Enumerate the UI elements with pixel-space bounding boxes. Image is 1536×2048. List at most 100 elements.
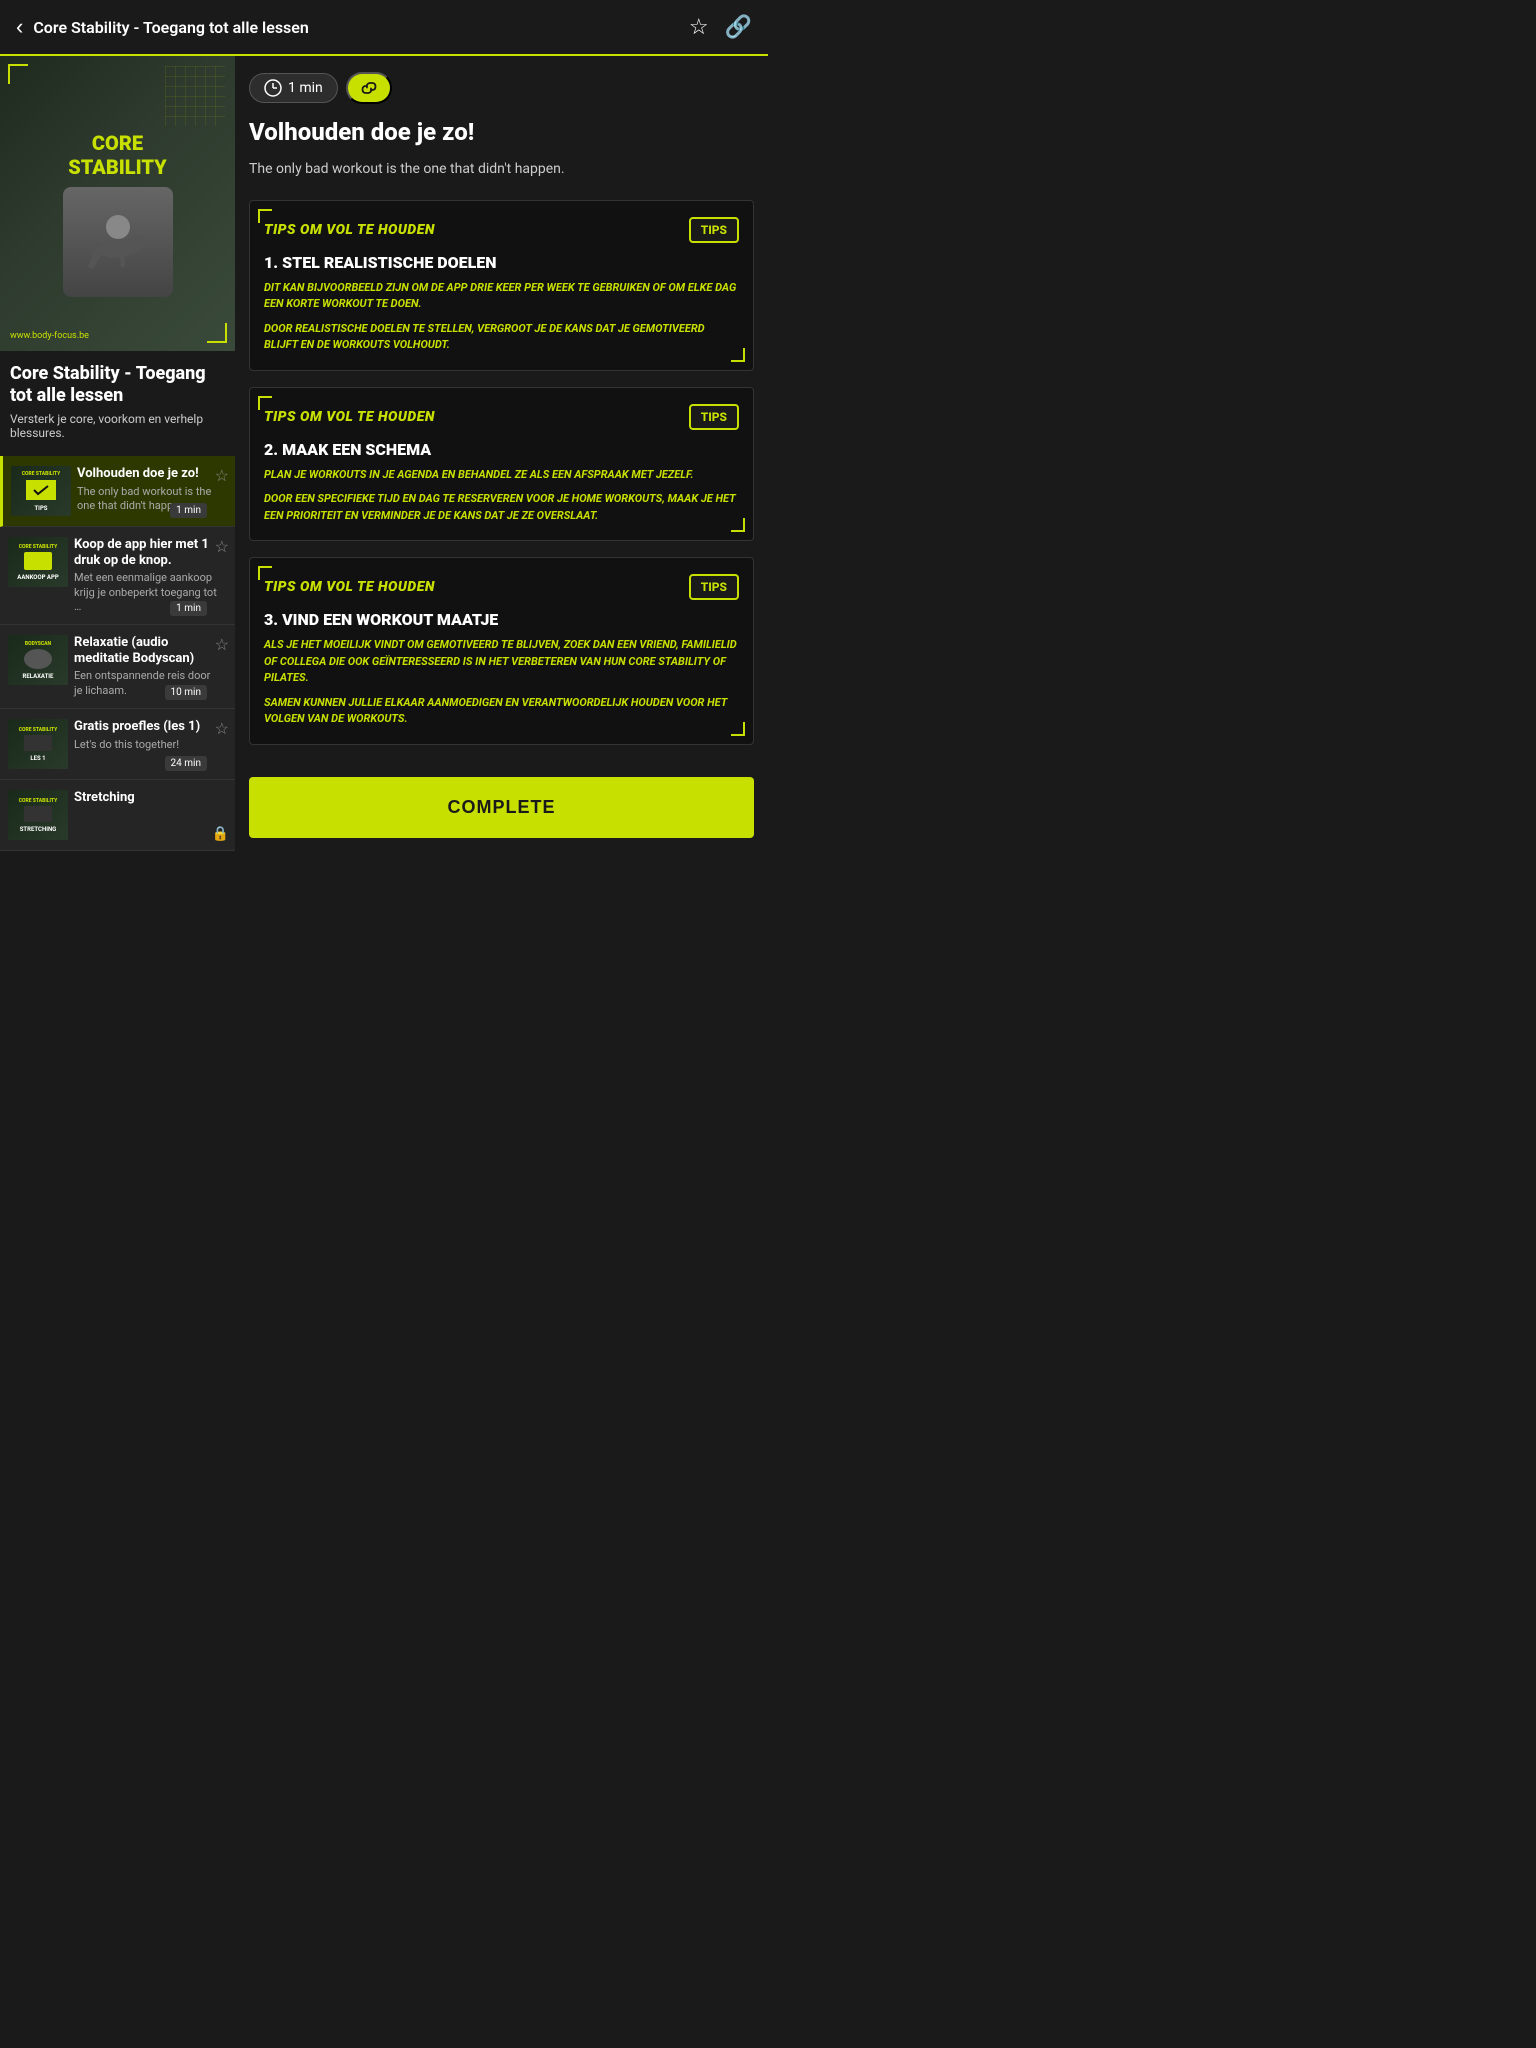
tips-number-title: 1. STEL REALISTISCHE DOELEN [264,253,739,272]
bracket-tl [258,396,272,410]
header-left: ‹ Core Stability - Toegang tot alle less… [16,14,309,40]
favorite-button[interactable]: ☆ [689,14,709,40]
lesson-favorite-button[interactable]: ☆ [215,537,229,557]
time-badge: 1 min [249,73,338,103]
thumb-label-top: CORE STABILITY [19,798,57,804]
lesson-thumb-inner: CORE STABILITY STRETCHING [8,790,68,840]
header-title: Core Stability - Toegang tot alle lessen [33,18,309,37]
bracket-br [731,518,745,532]
lesson-item[interactable]: BODYSCAN RELAXATIE Relaxatie (audio medi… [0,625,235,709]
complete-button[interactable]: COMPLETE [249,777,754,838]
tips-header: TIPS OM VOL TE HOUDEN TIPS [264,574,739,600]
thumb-label-bottom: STRETCHING [20,826,57,833]
lesson-desc: Let's do this together! [74,738,221,752]
course-main-title: Core Stability - Toegang tot alle lessen [10,363,225,406]
tips-badge: TIPS [689,404,739,430]
course-title-section: Core Stability - Toegang tot alle lessen… [0,351,235,448]
course-image-url: www.body-focus.be [10,331,89,341]
bracket-top-left [8,64,28,84]
thumb-label-bottom: AANKOOP APP [17,574,58,581]
thumb-label-top: CORE STABILITY [22,471,60,477]
link-icon [360,79,378,97]
lesson-thumb-inner: CORE STABILITY TIPS [11,466,71,516]
lesson-title: Volhouden doe je zo! [77,466,221,482]
lesson-item[interactable]: CORE STABILITY STRETCHING Stretching 🔒 [0,780,235,851]
lesson-main-title: Volhouden doe je zo! [249,118,754,147]
course-image: CORE STABILITY www.body-focus.be [0,56,235,351]
tips-card-2: TIPS OM VOL TE HOUDEN TIPS 2. MAAK EEN S… [249,387,754,542]
header-icons: ☆ 🔗 [689,14,752,40]
lesson-favorite-button[interactable]: ☆ [215,635,229,655]
share-button[interactable]: 🔗 [725,14,752,40]
tips-number-title: 3. VIND EEN WORKOUT MAATJE [264,610,739,629]
thumb-icon [24,552,52,570]
back-button[interactable]: ‹ [16,14,23,40]
lesson-favorite-button[interactable]: ☆ [215,719,229,739]
lesson-thumb: CORE STABILITY STRETCHING [8,790,68,840]
main-layout: CORE STABILITY www.body-focus.be [0,56,768,854]
bracket-tl [258,209,272,223]
lesson-thumb-inner: BODYSCAN RELAXATIE [8,635,68,685]
tips-number-title: 2. MAAK EEN SCHEMA [264,440,739,459]
lesson-title: Relaxatie (audio meditatie Bodyscan) [74,635,221,666]
thumb-label-top: CORE STABILITY [19,544,57,550]
lesson-main-desc: The only bad workout is the one that did… [249,159,754,180]
lesson-item[interactable]: CORE STABILITY AANKOOP APP Koop de app h… [0,527,235,625]
lesson-thumb: CORE STABILITY TIPS [11,466,71,516]
lesson-thumb: CORE STABILITY LES 1 [8,719,68,769]
person-silhouette [63,187,173,297]
lesson-duration: 1 min [170,601,207,616]
bracket-tl [258,566,272,580]
tips-card-1: TIPS OM VOL TE HOUDEN TIPS 1. STEL REALI… [249,200,754,371]
thumb-label-top: BODYSCAN [25,641,51,647]
tips-body1: PLAN JE WORKOUTS IN JE AGENDA EN BEHANDE… [264,467,739,484]
lesson-content: Stretching [68,790,227,806]
tips-body1: DIT KAN BIJVOORBEELD ZIJN OM DE APP DRIE… [264,280,739,313]
lesson-thumb: CORE STABILITY AANKOOP APP [8,537,68,587]
time-value: 1 min [288,80,323,96]
course-image-inner: CORE STABILITY www.body-focus.be [0,56,235,351]
bracket-bottom-right [207,323,227,343]
tips-body1: ALS JE HET MOEILIJK VINDT OM GEMOTIVEERD… [264,637,739,687]
course-image-title-line2: STABILITY [68,155,166,179]
thumb-icon [26,480,56,500]
bracket-br [731,722,745,736]
lock-icon: 🔒 [212,826,229,842]
lesson-content: Gratis proefles (les 1) Let's do this to… [68,719,227,752]
tips-header-title: TIPS OM VOL TE HOUDEN [264,222,435,238]
thumb-label-bottom: TIPS [34,505,47,512]
person-svg [73,197,163,287]
lesson-title: Stretching [74,790,221,806]
header: ‹ Core Stability - Toegang tot alle less… [0,0,768,56]
course-image-title-line1: CORE [68,131,166,155]
right-column: 1 min Volhouden doe je zo! The only bad … [235,56,768,854]
tips-header-title: TIPS OM VOL TE HOUDEN [264,579,435,595]
lesson-duration: 1 min [170,503,207,518]
meta-row: 1 min [249,72,754,104]
tips-header-title: TIPS OM VOL TE HOUDEN [264,409,435,425]
grid-pattern [165,66,225,126]
lesson-thumb-inner: CORE STABILITY LES 1 [8,719,68,769]
lesson-title: Gratis proefles (les 1) [74,719,221,735]
bracket-br [731,348,745,362]
lesson-title: Koop de app hier met 1 druk op de knop. [74,537,221,568]
course-image-title-block: CORE STABILITY [68,131,166,179]
lesson-duration: 10 min [165,685,207,700]
tips-header: TIPS OM VOL TE HOUDEN TIPS [264,404,739,430]
lesson-duration: 24 min [165,756,207,771]
lesson-item[interactable]: CORE STABILITY TIPS Volhouden doe je zo!… [0,456,235,527]
tips-body2: SAMEN KUNNEN JULLIE ELKAAR AANMOEDIGEN E… [264,695,739,728]
tips-header: TIPS OM VOL TE HOUDEN TIPS [264,217,739,243]
lesson-favorite-button[interactable]: ☆ [215,466,229,486]
lesson-item[interactable]: CORE STABILITY LES 1 Gratis proefles (le… [0,709,235,780]
left-column: CORE STABILITY www.body-focus.be [0,56,235,854]
thumb-label-bottom: RELAXATIE [23,673,54,680]
lesson-thumb-inner: CORE STABILITY AANKOOP APP [8,537,68,587]
tips-card-3: TIPS OM VOL TE HOUDEN TIPS 3. VIND EEN W… [249,557,754,745]
lesson-list: CORE STABILITY TIPS Volhouden doe je zo!… [0,456,235,851]
tips-badge: TIPS [689,574,739,600]
thumb-label-bottom: LES 1 [30,755,45,762]
link-button[interactable] [346,72,392,104]
tips-badge: TIPS [689,217,739,243]
tips-body2: DOOR EEN SPECIFIEKE TIJD EN DAG TE RESER… [264,491,739,524]
